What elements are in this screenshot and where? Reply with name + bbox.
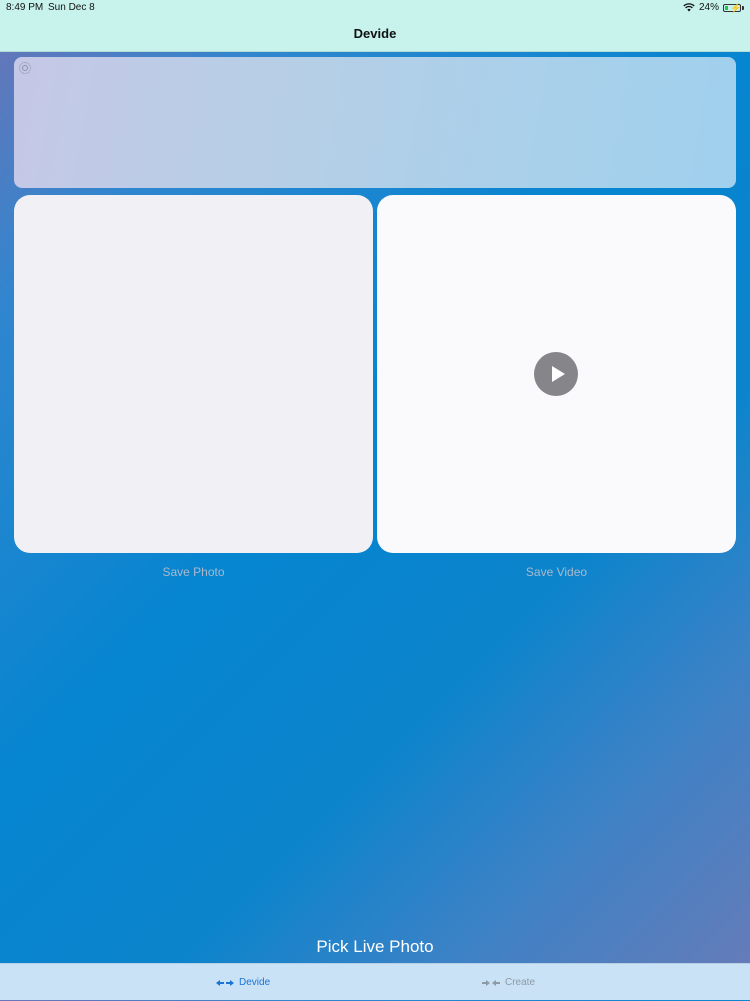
status-time: 8:49 PM	[6, 2, 44, 13]
battery-tip	[742, 5, 744, 10]
wifi-icon	[683, 3, 695, 12]
save-photo-button[interactable]: Save Photo	[14, 565, 373, 579]
photo-panel	[14, 195, 373, 553]
tab-devide-label: Devide	[239, 977, 271, 988]
tab-create-label: Create	[505, 977, 536, 988]
battery-percent: 24%	[698, 2, 719, 13]
status-date: Sun Dec 8	[48, 2, 95, 13]
play-icon	[551, 366, 565, 382]
battery-fill	[725, 5, 729, 10]
status-bar: 8:49 PM Sun Dec 8 24% ⚡	[0, 0, 750, 16]
save-video-button[interactable]: Save Video	[377, 565, 736, 579]
pick-live-photo-button[interactable]: Pick Live Photo	[0, 937, 750, 957]
battery-charging-icon: ⚡	[723, 2, 742, 13]
page-title: Devide	[353, 26, 397, 41]
play-button[interactable]	[534, 352, 578, 396]
tab-devide[interactable]: Devide	[216, 964, 270, 1001]
status-right: 24% ⚡	[683, 2, 744, 13]
tab-create[interactable]: Create	[482, 964, 535, 1001]
bolt-icon: ⚡	[730, 2, 742, 13]
arrows-apart-icon	[216, 979, 234, 986]
live-photo-preview[interactable]	[14, 57, 736, 188]
tab-bar: Devide Create	[0, 963, 750, 1000]
video-panel	[377, 195, 736, 553]
navigation-bar: Devide	[0, 16, 750, 52]
live-photo-icon	[19, 62, 31, 74]
arrows-together-icon	[482, 979, 500, 986]
